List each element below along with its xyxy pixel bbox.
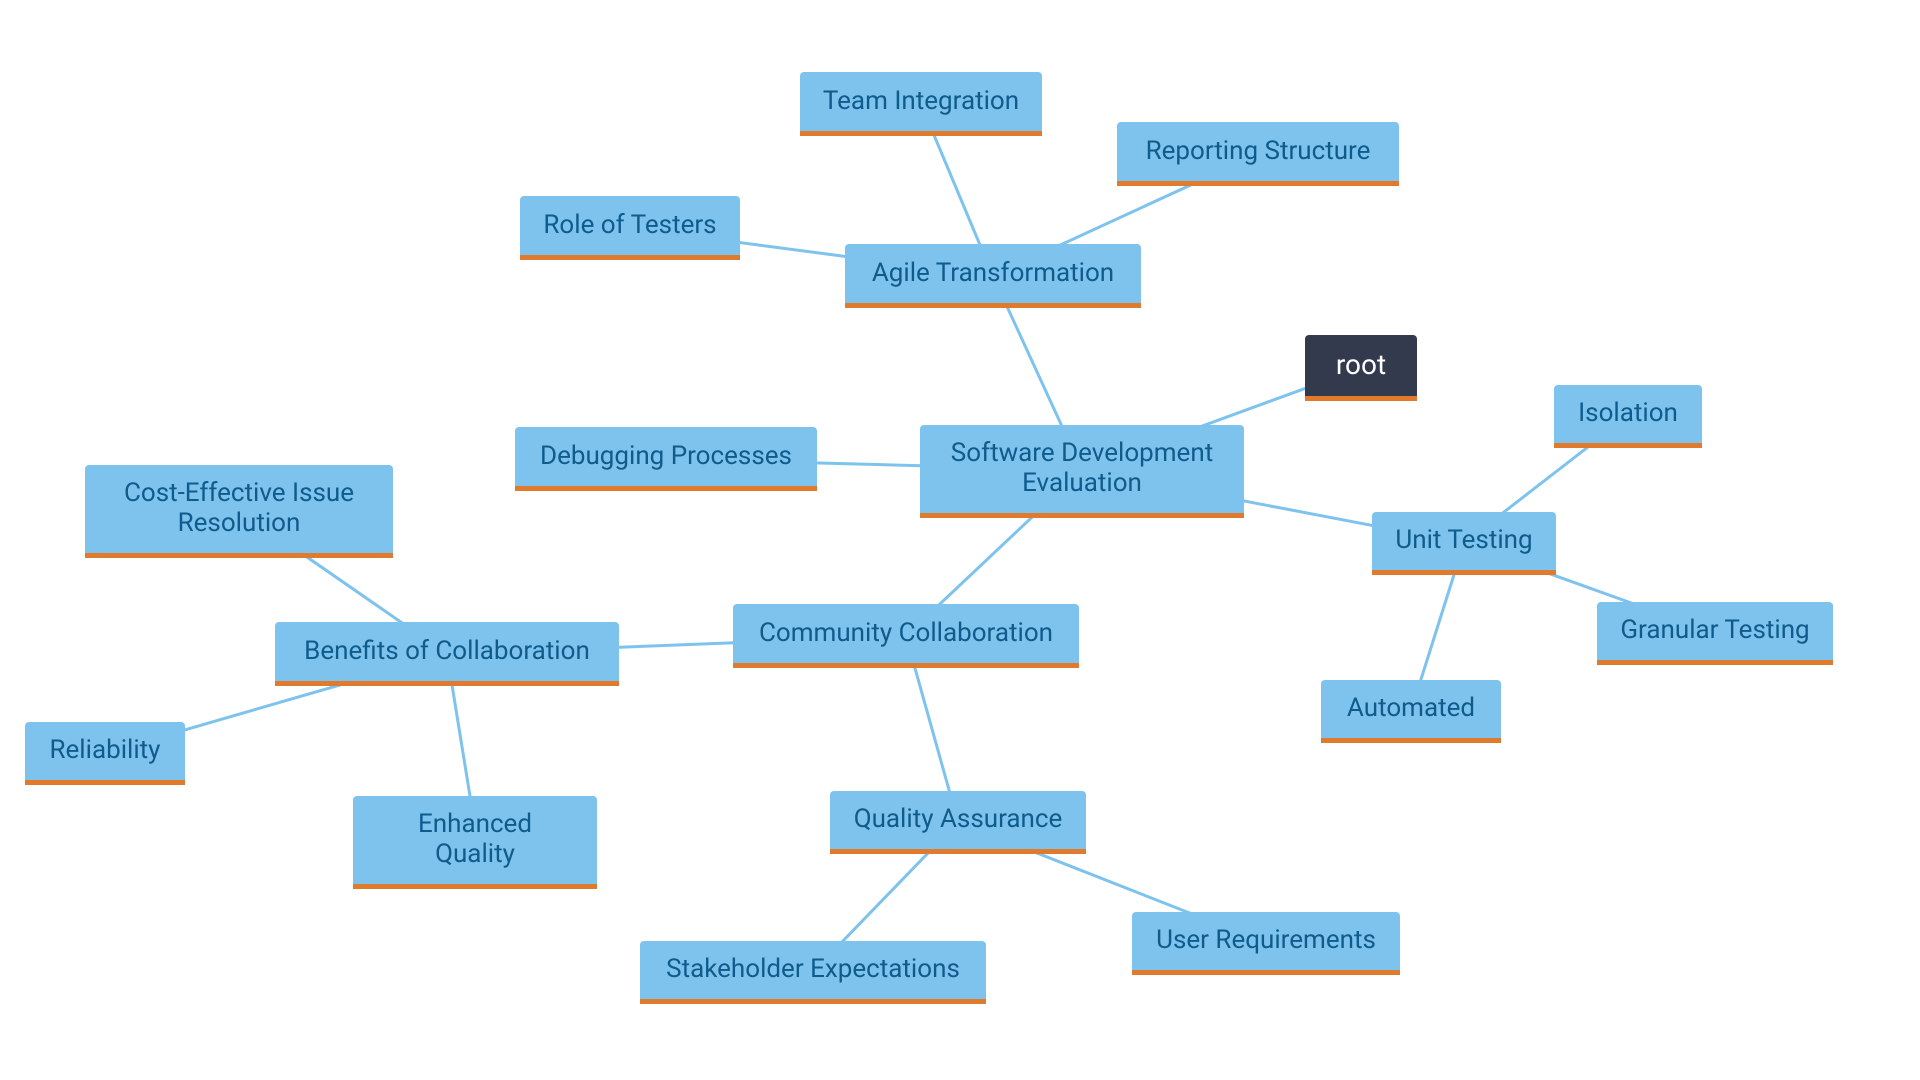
node-enhQuality[interactable]: Enhanced Quality <box>353 796 597 889</box>
node-stakeholder[interactable]: Stakeholder Expectations <box>640 941 986 1004</box>
node-roleTesters[interactable]: Role of Testers <box>520 196 740 260</box>
node-agile[interactable]: Agile Transformation <box>845 244 1141 308</box>
node-granular[interactable]: Granular Testing <box>1597 602 1833 665</box>
node-reliability[interactable]: Reliability <box>25 722 185 785</box>
node-userReq[interactable]: User Requirements <box>1132 912 1400 975</box>
node-isolation[interactable]: Isolation <box>1554 385 1702 448</box>
node-qa[interactable]: Quality Assurance <box>830 791 1086 854</box>
node-center[interactable]: Software Development Evaluation <box>920 425 1244 518</box>
node-benefits[interactable]: Benefits of Collaboration <box>275 622 619 686</box>
node-root[interactable]: root <box>1305 335 1417 401</box>
node-debugging[interactable]: Debugging Processes <box>515 427 817 491</box>
node-reporting[interactable]: Reporting Structure <box>1117 122 1399 186</box>
node-teamIntegration[interactable]: Team Integration <box>800 72 1042 136</box>
node-unit[interactable]: Unit Testing <box>1372 512 1556 575</box>
node-automated[interactable]: Automated <box>1321 680 1501 743</box>
diagram-canvas: root Software Development Evaluation Agile… <box>0 0 1920 1080</box>
node-community[interactable]: Community Collaboration <box>733 604 1079 668</box>
node-costEff[interactable]: Cost-Effective Issue Resolution <box>85 465 393 558</box>
